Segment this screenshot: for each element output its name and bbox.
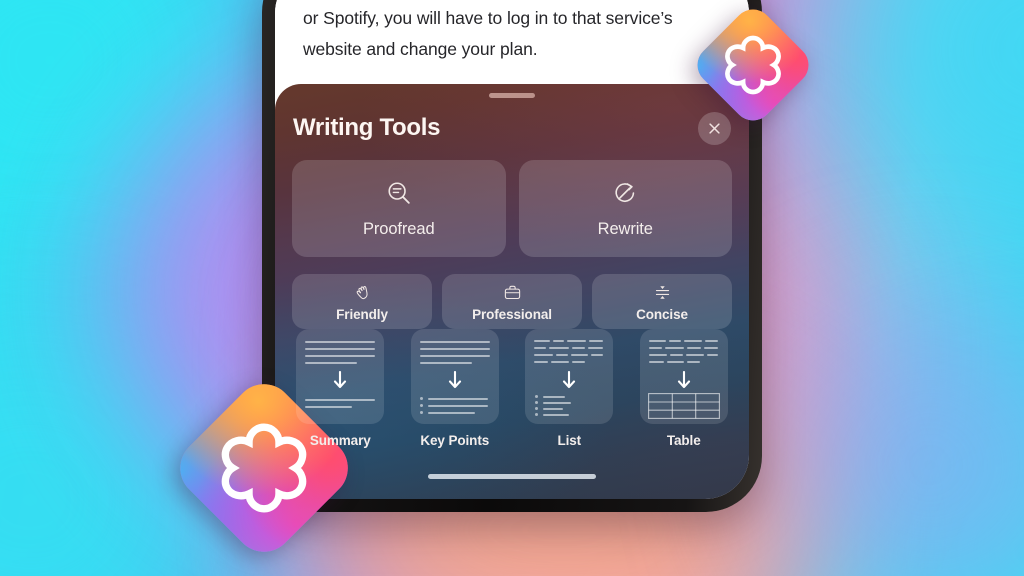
- apple-intelligence-icon: [725, 35, 781, 95]
- professional-label: Professional: [472, 306, 552, 322]
- document-bullets-icon: [410, 329, 499, 424]
- phone-device-frame: or Spotify, you will have to log in to t…: [262, 0, 762, 512]
- proofread-label: Proofread: [362, 220, 435, 238]
- down-arrow-icon: [677, 371, 690, 389]
- friendly-button[interactable]: Friendly: [292, 274, 432, 329]
- magnifier-text-icon: [388, 182, 410, 204]
- professional-button[interactable]: Professional: [442, 274, 582, 329]
- page-title: Writing Tools: [293, 114, 441, 141]
- sheet-drag-handle[interactable]: [489, 93, 535, 98]
- document-list-icon: [525, 329, 614, 424]
- proofread-button[interactable]: Proofread: [292, 160, 506, 257]
- summary-label: Summary: [309, 433, 371, 448]
- key-points-label: Key Points: [420, 433, 490, 448]
- compress-arrows-icon: [655, 285, 669, 299]
- table-button[interactable]: Table: [636, 329, 733, 448]
- list-label: List: [557, 433, 582, 448]
- table-label: Table: [666, 433, 701, 448]
- waving-hand-icon: [356, 285, 368, 299]
- rewrite-label: Rewrite: [597, 220, 653, 238]
- home-indicator[interactable]: [428, 474, 596, 479]
- friendly-label: Friendly: [336, 306, 388, 322]
- concise-button[interactable]: Concise: [592, 274, 732, 329]
- down-arrow-icon: [334, 371, 347, 389]
- phone-screen: or Spotify, you will have to log in to t…: [275, 0, 749, 499]
- tone-actions-row: Friendly Professional Concise: [292, 274, 732, 329]
- writing-tools-sheet: Writing Tools Proofread Rewrite Friendly…: [275, 84, 749, 499]
- rewrite-button[interactable]: Rewrite: [518, 160, 732, 257]
- down-arrow-icon: [448, 371, 461, 389]
- list-button[interactable]: List: [521, 329, 618, 448]
- transform-actions-row: Summary Key Points List Table: [292, 329, 732, 448]
- circular-arrow-pen-icon: [615, 183, 635, 202]
- key-points-button[interactable]: Key Points: [407, 329, 504, 448]
- sheet-header: Writing Tools: [275, 104, 749, 152]
- close-button[interactable]: [698, 111, 731, 145]
- article-paragraph: or Spotify, you will have to log in to t…: [303, 8, 673, 59]
- summary-button[interactable]: Summary: [292, 329, 389, 448]
- close-icon: [709, 122, 720, 134]
- document-summary-icon: [296, 329, 385, 424]
- briefcase-icon: [504, 285, 520, 299]
- main-actions-row: Proofread Rewrite: [292, 160, 732, 257]
- table-grid-icon: [647, 393, 720, 419]
- document-table-icon: [639, 329, 728, 424]
- down-arrow-icon: [563, 371, 576, 389]
- concise-label: Concise: [636, 306, 688, 322]
